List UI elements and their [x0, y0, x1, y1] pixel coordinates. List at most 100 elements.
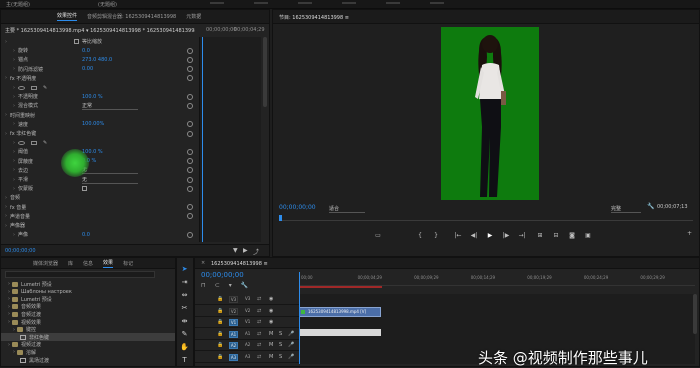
timeline-timecode[interactable]: 00;00;00;00 — [201, 271, 244, 279]
ws-dot[interactable] — [210, 2, 224, 4]
disclosure-chevron-icon[interactable]: › — [13, 149, 15, 155]
track-target-toggle[interactable]: A1 — [229, 330, 238, 338]
tree-chevron-icon[interactable]: › — [8, 289, 10, 295]
reset-parameter-icon[interactable] — [187, 213, 193, 220]
top-menu-left[interactable]: 主(无题组) — [6, 1, 30, 8]
tree-chevron-icon[interactable]: › — [8, 281, 10, 287]
disclosure-chevron-icon[interactable]: › — [13, 85, 15, 91]
ws-dot[interactable] — [298, 2, 312, 4]
property-value[interactable]: 273.0 480.0 — [82, 57, 112, 63]
reset-parameter-icon[interactable] — [187, 167, 193, 174]
reset-parameter-icon[interactable] — [187, 75, 193, 82]
scrubber-playhead[interactable] — [279, 215, 282, 221]
track-target-toggle[interactable]: A3 — [229, 353, 238, 361]
tree-chevron-icon[interactable]: › — [13, 327, 15, 333]
disclosure-chevron-icon[interactable]: › — [13, 140, 15, 146]
toggle-output-eye-icon[interactable]: ◉ — [269, 319, 273, 325]
disclosure-chevron-icon[interactable]: › — [5, 75, 7, 81]
track-lock-icon[interactable]: 🔒 — [217, 319, 223, 325]
timeline-settings-icon[interactable]: 🔧 — [241, 282, 248, 290]
slip-tool-icon[interactable]: ⇹ — [180, 316, 189, 325]
track-target-toggle[interactable]: V2 — [229, 307, 238, 315]
effect-property-row[interactable]: › 平滑 无 — [1, 175, 199, 184]
tab-media-browser[interactable]: 媒体浏览器 — [33, 260, 58, 267]
linked-selection-icon[interactable]: ⊂ — [215, 282, 220, 290]
disclosure-chevron-icon[interactable]: › — [5, 112, 7, 118]
property-dropdown[interactable]: 正常 — [82, 102, 138, 110]
disclosure-chevron-icon[interactable]: › — [13, 232, 15, 238]
property-checkbox[interactable] — [82, 186, 87, 192]
disclosure-chevron-icon[interactable]: › — [13, 177, 15, 183]
effect-property-row[interactable]: › 时间重映射 — [1, 111, 199, 120]
disclosure-chevron-icon[interactable]: › — [13, 57, 15, 63]
effect-property-row[interactable]: › 屏蔽度 0.0 % — [1, 157, 199, 166]
add-marker-icon[interactable]: ▾ — [229, 282, 232, 290]
effect-property-row[interactable]: › 仅蒙版 — [1, 184, 199, 193]
track-select-tool-icon[interactable]: ⇥ — [180, 277, 189, 286]
sequence-tab[interactable]: 1625309414813998 ≡ — [211, 261, 268, 267]
comparison-view-button[interactable]: ▣ — [583, 230, 593, 240]
wrench-icon[interactable]: 🔧 — [647, 203, 654, 210]
disclosure-chevron-icon[interactable]: › — [5, 131, 7, 137]
video-frame[interactable] — [441, 27, 539, 200]
timeline-vscrollbar[interactable] — [693, 294, 697, 334]
track-target-toggle[interactable]: A2 — [229, 342, 238, 349]
tab-audio-mixer[interactable]: 音频剪辑混合器: 1625309414813998 — [87, 13, 176, 20]
button-editor-plus-icon[interactable]: + — [687, 230, 692, 237]
add-marker-button[interactable]: ▭ — [373, 230, 383, 240]
solo-track-icon[interactable]: S — [279, 331, 282, 337]
play-only-audio-icon[interactable]: ▶ — [243, 247, 248, 254]
effect-property-row[interactable]: › 旋转 0.0 — [1, 46, 199, 55]
property-value[interactable]: 等比缩放 — [82, 38, 102, 45]
reset-parameter-icon[interactable] — [187, 102, 193, 109]
pen-mask-icon[interactable]: ✎ — [43, 140, 47, 146]
rectangle-mask-icon[interactable] — [31, 140, 37, 145]
sync-lock-icon[interactable]: ⇄ — [257, 331, 261, 337]
tab-effects[interactable]: 效果 — [103, 259, 114, 268]
sync-lock-icon[interactable]: ⇄ — [257, 342, 261, 348]
property-value[interactable]: 100.00% — [82, 121, 104, 127]
ws-dot[interactable] — [254, 2, 268, 4]
disclosure-chevron-icon[interactable]: › — [13, 48, 15, 54]
extract-button[interactable]: ⊟ — [551, 230, 561, 240]
ws-dot[interactable] — [430, 2, 444, 4]
effect-property-row[interactable]: › fx 不透明度 — [1, 74, 199, 83]
razor-tool-icon[interactable]: ✂ — [180, 303, 189, 312]
mute-track-icon[interactable]: M — [269, 342, 273, 348]
toggle-output-eye-icon[interactable]: ◉ — [269, 296, 273, 302]
play-button[interactable]: ▶ — [485, 230, 495, 240]
reset-parameter-icon[interactable] — [187, 121, 193, 128]
track-lock-icon[interactable]: 🔒 — [217, 354, 223, 360]
close-sequence-icon[interactable]: × — [201, 260, 205, 266]
disclosure-chevron-icon[interactable]: › — [13, 66, 15, 72]
effect-property-row[interactable]: › fx 非红色键 — [1, 129, 199, 138]
tree-chevron-icon[interactable]: › — [8, 311, 10, 317]
track-lock-icon[interactable]: 🔒 — [217, 342, 223, 348]
sync-lock-icon[interactable]: ⇄ — [257, 296, 261, 302]
effects-tree-item[interactable]: 黑场过渡 — [1, 356, 175, 364]
mute-track-icon[interactable]: M — [269, 331, 273, 337]
track-target-toggle[interactable]: V1 — [229, 319, 238, 326]
fit-dropdown[interactable]: 适合 — [329, 205, 365, 213]
effect-property-row[interactable]: › ✎ — [1, 138, 199, 147]
reset-parameter-icon[interactable] — [187, 66, 193, 73]
tab-effect-controls[interactable]: 效果控件 — [57, 12, 78, 21]
reset-parameter-icon[interactable] — [187, 130, 193, 137]
disclosure-chevron-icon[interactable]: › — [5, 195, 7, 201]
mute-track-icon[interactable]: M — [269, 354, 273, 360]
effect-property-row[interactable]: › 等比缩放 — [1, 37, 199, 46]
reset-parameter-icon[interactable] — [187, 93, 193, 100]
top-menu-right[interactable]: (无题组) — [98, 1, 117, 8]
work-area-bar[interactable] — [299, 286, 382, 288]
disclosure-chevron-icon[interactable]: › — [13, 121, 15, 127]
ellipse-mask-icon[interactable] — [18, 140, 25, 145]
mark-out-button[interactable]: } — [431, 230, 441, 240]
lift-button[interactable]: ⊞ — [535, 230, 545, 240]
export-icon[interactable]: ⤴ — [253, 247, 259, 256]
disclosure-chevron-icon[interactable]: › — [13, 158, 15, 164]
property-value[interactable]: 0.0 — [82, 48, 90, 54]
audio-clip[interactable] — [299, 329, 381, 336]
selection-tool-icon[interactable]: ➤ — [180, 264, 189, 273]
effect-property-row[interactable]: › 声像 0.0 — [1, 230, 199, 239]
track-lock-icon[interactable]: 🔒 — [217, 308, 223, 314]
